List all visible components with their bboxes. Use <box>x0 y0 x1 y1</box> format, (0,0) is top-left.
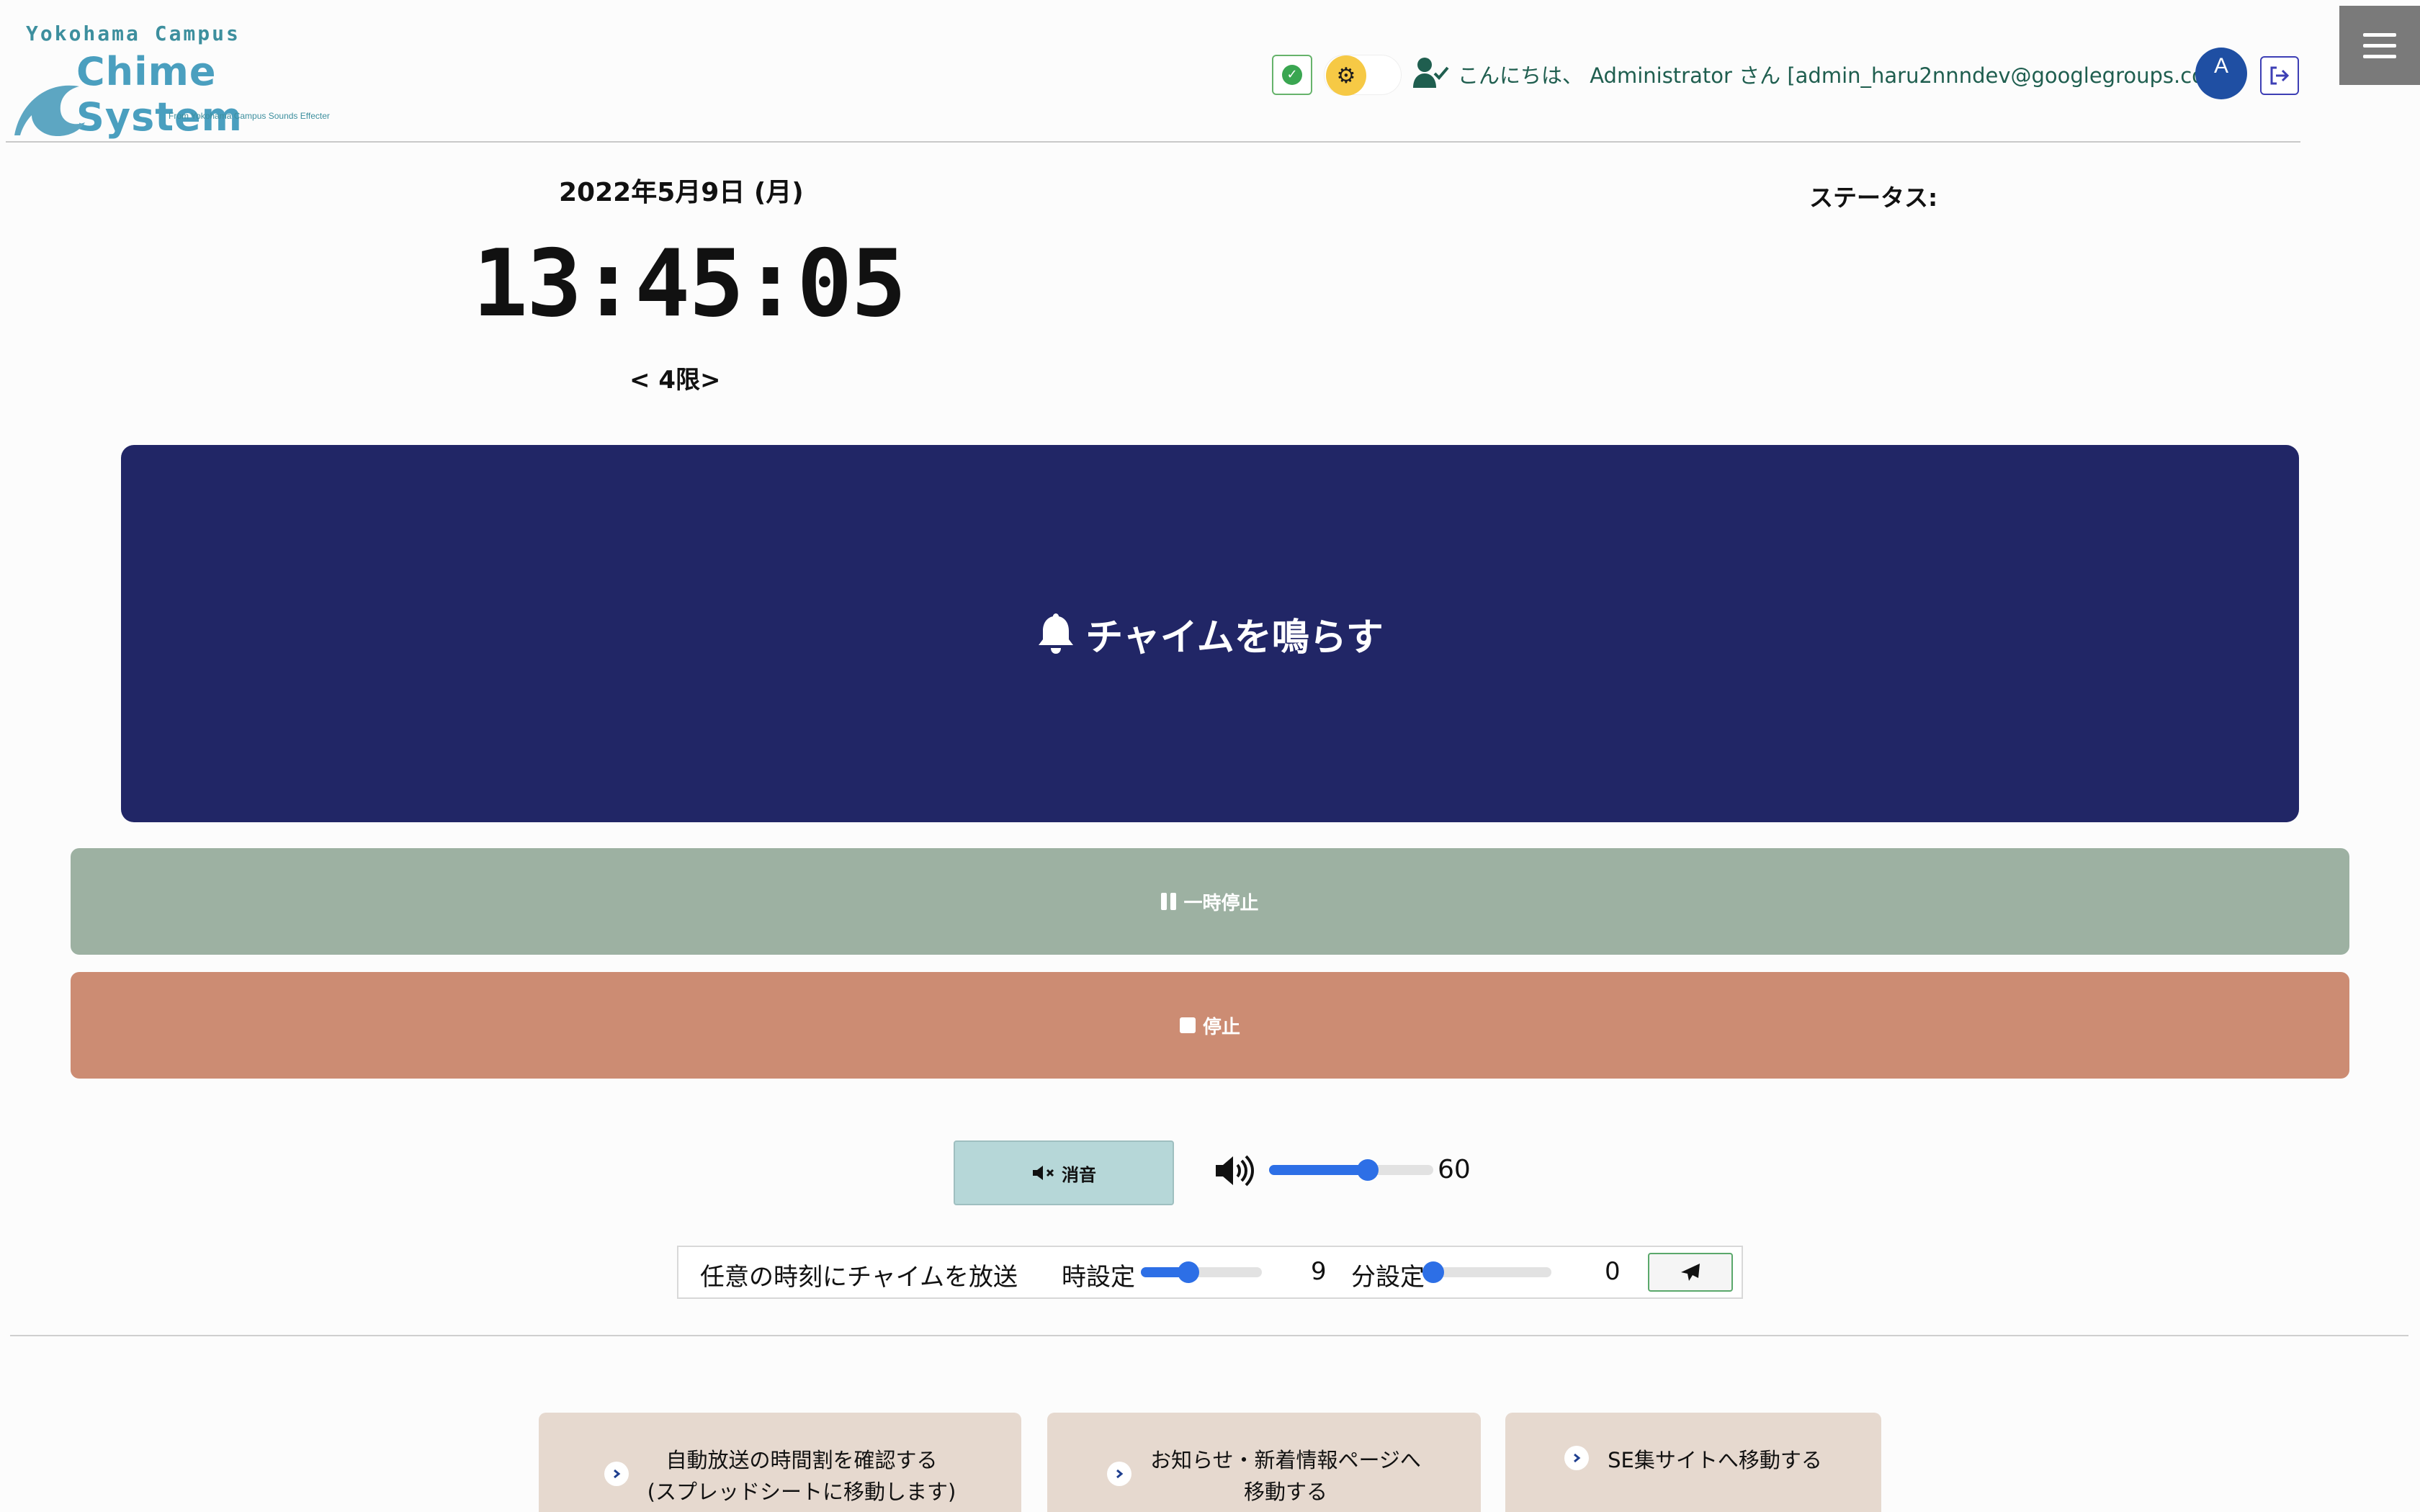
chevron-right-icon <box>1564 1446 1590 1470</box>
section-divider <box>10 1335 2408 1336</box>
volume-high-icon <box>1216 1155 1254 1187</box>
stop-icon <box>1179 1017 1196 1033</box>
pause-label: 一時停止 <box>1183 892 1259 914</box>
settings-toggle[interactable]: ⚙ <box>1324 55 1402 96</box>
app-logo: Yokohama Campus Chime System From Yokoha… <box>10 17 356 140</box>
minute-slider-thumb[interactable] <box>1422 1261 1444 1283</box>
logout-button[interactable] <box>2260 56 2299 95</box>
logout-icon <box>2270 66 2290 85</box>
header-divider <box>6 141 2300 143</box>
check-circle-icon: ✓ <box>1282 65 1302 85</box>
hour-slider-thumb[interactable] <box>1177 1261 1199 1283</box>
mute-button[interactable]: 消音 <box>954 1140 1174 1205</box>
wave-icon <box>14 85 85 137</box>
status-label: ステータス: <box>1809 184 1938 212</box>
volume-mute-icon <box>1033 1166 1054 1180</box>
pause-icon <box>1161 893 1177 910</box>
ring-chime-label: チャイムを鳴らす <box>1085 616 1384 660</box>
timetable-link-card[interactable]: 自動放送の時間割を確認する (スプレッドシートに移動します) <box>539 1413 1021 1512</box>
minute-slider[interactable] <box>1422 1261 1551 1283</box>
current-date: 2022年5月9日 (月) <box>559 178 804 207</box>
ring-chime-button[interactable]: チャイムを鳴らす <box>121 445 2299 822</box>
news-link-label: お知らせ・新着情報ページへ 移動する <box>1150 1448 1421 1504</box>
stop-label: 停止 <box>1202 1016 1240 1038</box>
timetable-link-label: 自動放送の時間割を確認する (スプレッドシートに移動します) <box>647 1448 956 1504</box>
chevron-right-icon <box>604 1462 629 1486</box>
menu-bar <box>2363 32 2396 37</box>
paper-plane-icon <box>1681 1264 1700 1281</box>
minute-value: 0 <box>1605 1257 1621 1286</box>
hour-slider[interactable] <box>1141 1261 1262 1283</box>
se-site-link-card[interactable]: SE集サイトへ移動する <box>1505 1413 1881 1512</box>
gear-icon: ⚙ <box>1326 55 1366 96</box>
hour-value: 9 <box>1311 1257 1327 1286</box>
scheduled-chime-label: 任意の時刻にチャイムを放送 <box>700 1263 1018 1292</box>
hamburger-menu-button[interactable] <box>2339 6 2420 85</box>
volume-slider-thumb[interactable] <box>1356 1159 1379 1181</box>
volume-value: 60 <box>1438 1155 1471 1184</box>
user-greeting: こんにちは、 Administrator さん [admin_haru2nnnd… <box>1458 63 2233 88</box>
volume-slider[interactable] <box>1269 1159 1433 1181</box>
avatar[interactable]: A <box>2195 48 2247 99</box>
bell-icon <box>1039 613 1074 654</box>
current-time: 13:45:05 <box>472 230 906 338</box>
user-check-icon <box>1413 58 1449 88</box>
hour-setting-label: 時設定 <box>1062 1263 1135 1292</box>
mute-label: 消音 <box>1062 1164 1096 1185</box>
logo-title-text: Chime System <box>76 49 243 140</box>
logo-subtitle-text: From Yokohama Campus Sounds Effecter <box>169 111 330 121</box>
menu-bar <box>2363 43 2396 48</box>
current-period: < 4限> <box>629 366 721 395</box>
volume-slider-fill <box>1269 1165 1368 1175</box>
menu-bar <box>2363 54 2396 58</box>
scheduled-chime-form: 任意の時刻にチャイムを放送 時設定 9 分設定 0 <box>677 1246 1743 1299</box>
logo-campus-text: Yokohama Campus <box>26 22 241 45</box>
se-site-link-label: SE集サイトへ移動する <box>1608 1448 1822 1472</box>
send-schedule-button[interactable] <box>1648 1253 1733 1292</box>
check-status-button[interactable]: ✓ <box>1272 55 1312 95</box>
news-link-card[interactable]: お知らせ・新着情報ページへ 移動する <box>1047 1413 1481 1512</box>
pause-button[interactable]: 一時停止 <box>71 848 2349 955</box>
minute-setting-label: 分設定 <box>1351 1263 1425 1292</box>
chevron-right-icon <box>1107 1462 1132 1486</box>
stop-button[interactable]: 停止 <box>71 972 2349 1079</box>
